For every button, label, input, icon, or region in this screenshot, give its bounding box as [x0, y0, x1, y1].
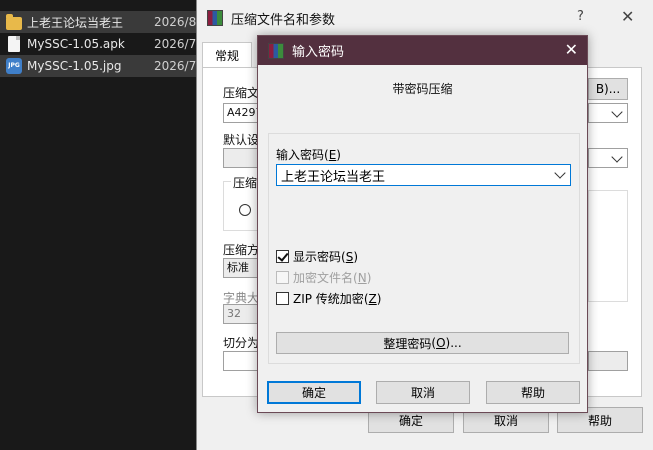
file-row-jpg[interactable]: JPG MySSC-1.05.jpg 2026/7,: [0, 55, 200, 77]
zip-legacy-label: ZIP 传统加密: [293, 292, 364, 306]
folder-icon: [6, 13, 22, 30]
file-row-apk[interactable]: MySSC-1.05.apk 2026/7,: [0, 33, 200, 55]
access-key: N: [357, 270, 367, 285]
format-radio[interactable]: [239, 204, 251, 216]
archive-name-label: 压缩文: [223, 86, 260, 100]
organize-label: 整理密码: [383, 336, 432, 351]
access-key: O: [436, 336, 446, 350]
checkbox-disabled[interactable]: [276, 271, 289, 284]
file-name: MySSC-1.05.jpg: [27, 59, 122, 73]
help-icon[interactable]: ?: [577, 9, 584, 24]
zip-legacy-checkbox[interactable]: ZIP 传统加密(Z): [276, 290, 381, 307]
file-name: MySSC-1.05.apk: [27, 37, 125, 51]
encrypt-names-checkbox[interactable]: 加密文件名(N): [276, 269, 371, 286]
method-label: 压缩方: [223, 243, 260, 257]
password-input[interactable]: 上老王论坛当老王: [276, 164, 571, 186]
chevron-down-icon: [611, 106, 623, 118]
checkbox-unchecked[interactable]: [276, 292, 289, 305]
dialog-heading: 带密码压缩: [392, 82, 453, 96]
file-icon: [8, 36, 20, 52]
image-file-icon: JPG: [6, 58, 22, 74]
dialog-title: 输入密码: [292, 45, 345, 60]
profile-dropdown[interactable]: [588, 148, 628, 168]
password-value: 上老王论坛当老王: [281, 169, 386, 185]
access-key: Z: [368, 291, 377, 306]
archive-name-dropdown[interactable]: [588, 103, 628, 123]
browse-button[interactable]: B)...: [588, 78, 628, 100]
split-label: 切分为: [223, 336, 260, 350]
file-row-folder[interactable]: 上老王论坛当老王 2026/8,: [0, 11, 200, 33]
password-label-text: 输入密码: [276, 148, 325, 162]
winrar-icon: [268, 42, 284, 59]
password-label: 输入密码(E): [276, 148, 341, 162]
file-name: 上老王论坛当老王: [27, 15, 124, 30]
enter-password-dialog: 输入密码 ✕ 带密码压缩 输入密码(E) 上老王论坛当老王 显示密码(S) 加密…: [257, 35, 588, 413]
help-button[interactable]: 帮助: [486, 381, 580, 404]
close-icon[interactable]: ✕: [621, 7, 634, 26]
access-key: E: [328, 148, 337, 162]
chevron-down-icon: [611, 151, 623, 163]
file-date: 2026/8,: [154, 15, 200, 29]
checkbox-checked[interactable]: [276, 250, 289, 263]
show-password-label: 显示密码: [293, 250, 342, 264]
default-profile-label: 默认设: [223, 133, 260, 147]
password-dialog-titlebar: 输入密码: [258, 36, 587, 65]
format-group-label: 压缩: [231, 174, 260, 191]
winrar-icon: [207, 10, 223, 26]
archive-params-titlebar: 压缩文件名和参数: [197, 0, 653, 36]
file-date: 2026/7,: [154, 37, 200, 51]
show-password-checkbox[interactable]: 显示密码(S): [276, 248, 358, 265]
file-date: 2026/7,: [154, 59, 200, 73]
dialog-title: 压缩文件名和参数: [231, 12, 336, 28]
chevron-down-icon[interactable]: [554, 167, 566, 179]
file-explorer: 上老王论坛当老王 2026/8, MySSC-1.05.apk 2026/7, …: [0, 0, 200, 450]
cancel-button[interactable]: 取消: [376, 381, 470, 404]
encrypt-names-label: 加密文件名: [293, 271, 354, 285]
split-unit-dropdown[interactable]: [588, 351, 628, 371]
organize-passwords-button[interactable]: 整理密码(O)...: [276, 332, 569, 354]
options-group: [588, 190, 628, 302]
tab-general[interactable]: 常规: [202, 42, 252, 68]
access-key: S: [345, 249, 354, 264]
close-icon[interactable]: ✕: [565, 41, 578, 59]
ok-button[interactable]: 确定: [267, 381, 361, 404]
